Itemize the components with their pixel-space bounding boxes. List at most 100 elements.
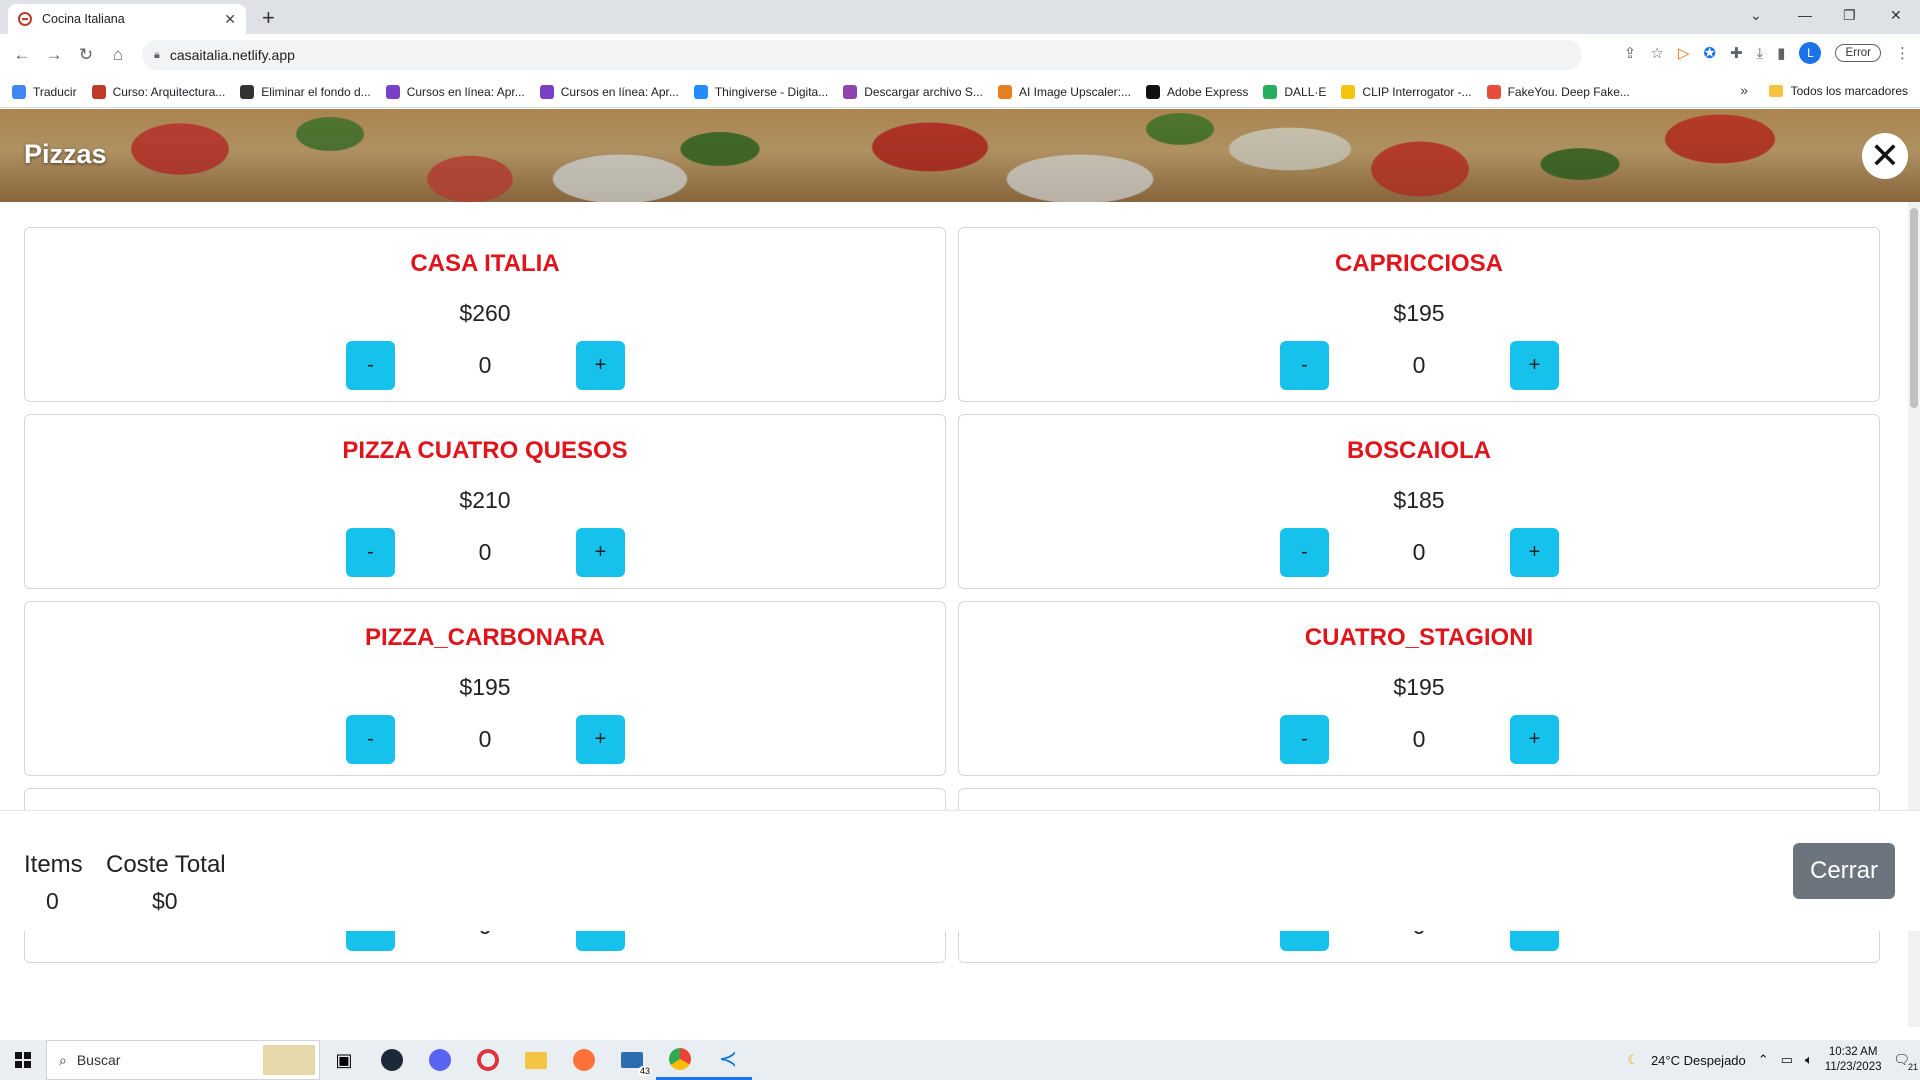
task-view-icon[interactable]: ▣ [320,1040,368,1080]
bookmark-item[interactable]: Thingiverse - Digita... [693,84,828,99]
increase-button[interactable]: + [576,715,625,764]
tray-chevron-icon[interactable]: ⌃ [1758,1052,1769,1068]
close-icon[interactable]: ✕ [1862,133,1908,179]
weather-moon-icon: ☾ [1627,1052,1639,1067]
bookmark-star-icon[interactable]: ☆ [1650,44,1663,62]
scrollbar-thumb[interactable] [1910,208,1918,408]
quantity-value: 0 [478,352,492,378]
bookmark-label: Traducir [33,84,77,99]
steam-icon[interactable] [368,1040,416,1080]
windows-taskbar: ⌕ Buscar ▣ 43 ≺ ☾ 24°C Despejado ⌃ ▭ 🔈︎ … [0,1040,1920,1080]
new-tab-icon[interactable]: + [262,5,275,31]
taskbar-search[interactable]: ⌕ Buscar [46,1040,320,1080]
home-icon[interactable]: ⌂ [102,45,134,65]
increase-button[interactable]: + [1510,341,1559,390]
folder-icon [1768,85,1783,97]
file-explorer-icon[interactable] [512,1040,560,1080]
vscode-icon[interactable]: ≺ [704,1040,752,1080]
menu-icon[interactable]: ⋮ [1895,44,1910,62]
forward-icon[interactable]: → [38,45,70,65]
mail-badge: 43 [637,1066,652,1076]
product-name: CAPRICCIOSA [1334,250,1503,277]
bookmarks-overflow-icon[interactable]: » [1740,82,1748,98]
all-bookmarks-label: Todos los marcadores [1790,84,1908,98]
bookmark-item[interactable]: FakeYou. Deep Fake... [1486,84,1630,99]
bookmark-favicon-icon [693,84,708,99]
pizza-banner [0,109,1920,202]
close-tab-icon[interactable]: ✕ [224,11,236,28]
minimize-icon[interactable]: — [1798,0,1812,30]
chrome-icon[interactable] [656,1040,704,1080]
weather-text[interactable]: 24°C Despejado [1651,1053,1746,1068]
bookmark-item[interactable]: Adobe Express [1145,84,1249,99]
product-name: BOSCAIOLA [1347,437,1491,464]
search-placeholder: Buscar [76,1052,121,1068]
bookmark-item[interactable]: DALL·E [1263,84,1327,99]
product-name: CUATRO_STAGIONI [1304,624,1534,651]
extension-icon[interactable]: ▷ [1678,44,1690,62]
bookmark-item[interactable]: Descargar archivo S... [843,84,983,99]
volume-icon[interactable]: 🔈︎ [1805,1052,1813,1068]
all-bookmarks-folder[interactable]: Todos los marcadores [1768,84,1908,98]
restore-icon[interactable]: ❐ [1843,0,1856,30]
url-text: casaitalia.netlify.app [169,47,295,63]
items-value: 0 [46,888,59,914]
bookmark-label: Descargar archivo S... [864,84,983,99]
clock[interactable]: 10:32 AM 11/23/2023 [1825,1045,1882,1075]
error-button[interactable]: Error [1835,44,1881,62]
bookmarks-bar: Traducir Curso: Arquitectura... Eliminar e… [0,76,1920,108]
bookmark-label: DALL·E [1284,84,1327,99]
clock-date: 11/23/2023 [1824,1061,1882,1073]
order-summary-footer: Items 0 Coste Total $0 [0,810,1920,931]
bookmark-favicon-icon [1145,84,1160,99]
increase-button[interactable]: + [1510,715,1559,764]
bookmark-label: Adobe Express [1166,84,1249,99]
bookmark-item[interactable]: Curso: Arquitectura... [91,84,226,99]
bookmark-item[interactable]: Cursos en línea: Apr... [385,84,525,99]
quantity-value: 0 [478,726,492,752]
extension-2-icon[interactable]: ✪ [1703,44,1716,62]
share-icon[interactable]: ⇪ [1624,44,1637,62]
address-bar[interactable]: 🔒︎ casaitalia.netlify.app [142,40,1582,70]
network-icon[interactable]: ▭ [1781,1052,1793,1068]
tab-cocina-italiana[interactable]: Cocina Italiana ✕ [8,4,246,34]
download-icon[interactable]: ⤓ [1757,45,1764,62]
notification-icon[interactable]: 🗨︎ 21 [1893,1052,1918,1072]
opera-icon[interactable] [464,1040,512,1080]
mail-icon[interactable]: 43 [608,1040,656,1080]
discord-icon[interactable] [416,1040,464,1080]
bookmark-favicon-icon [1263,84,1278,99]
browser-toolbar: ← → ↻ ⌂ 🔒︎ casaitalia.netlify.app ⇪ ☆ ▷ … [0,34,1920,76]
product-price: $195 [1393,300,1445,326]
extensions-puzzle-icon[interactable]: ✚ [1730,44,1743,62]
bookmark-item[interactable]: Eliminar el fondo d... [240,84,371,99]
increase-button[interactable]: + [576,528,625,577]
reload-icon[interactable]: ↻ [70,45,102,65]
quantity-value: 0 [1412,726,1426,752]
increase-button[interactable]: + [1510,528,1559,577]
items-label: Items [24,851,83,878]
product-card: PIZZA_CARBONARA $195-0 + [24,601,946,776]
product-price: $210 [459,487,511,513]
increase-button[interactable]: + [576,341,625,390]
side-panel-icon[interactable]: ▮ [1777,44,1785,62]
close-button[interactable]: Cerrar [1793,843,1895,899]
back-icon[interactable]: ← [6,45,38,65]
bookmark-item[interactable]: Cursos en línea: Apr... [539,84,679,99]
windows-logo-icon [15,1052,31,1068]
product-card: BOSCAIOLA $185-0 + [958,414,1880,589]
bookmark-item[interactable]: Traducir [12,84,77,99]
firefox-icon[interactable] [560,1040,608,1080]
bookmark-label: Curso: Arquitectura... [112,84,226,99]
close-window-icon[interactable]: ✕ [1890,0,1902,30]
quantity-value: 0 [1412,352,1426,378]
profile-avatar[interactable]: L [1799,42,1822,64]
bookmark-favicon-icon [385,84,400,99]
tab-search-icon[interactable]: ⌄ [1750,0,1762,30]
start-button[interactable] [0,1040,46,1080]
bookmark-item[interactable]: AI Image Upscaler:... [997,84,1131,99]
bookmark-favicon-icon [843,84,858,99]
bookmark-item[interactable]: CLIP Interrogator -... [1341,84,1472,99]
bookmark-favicon-icon [539,84,554,99]
product-price: $195 [459,674,511,700]
